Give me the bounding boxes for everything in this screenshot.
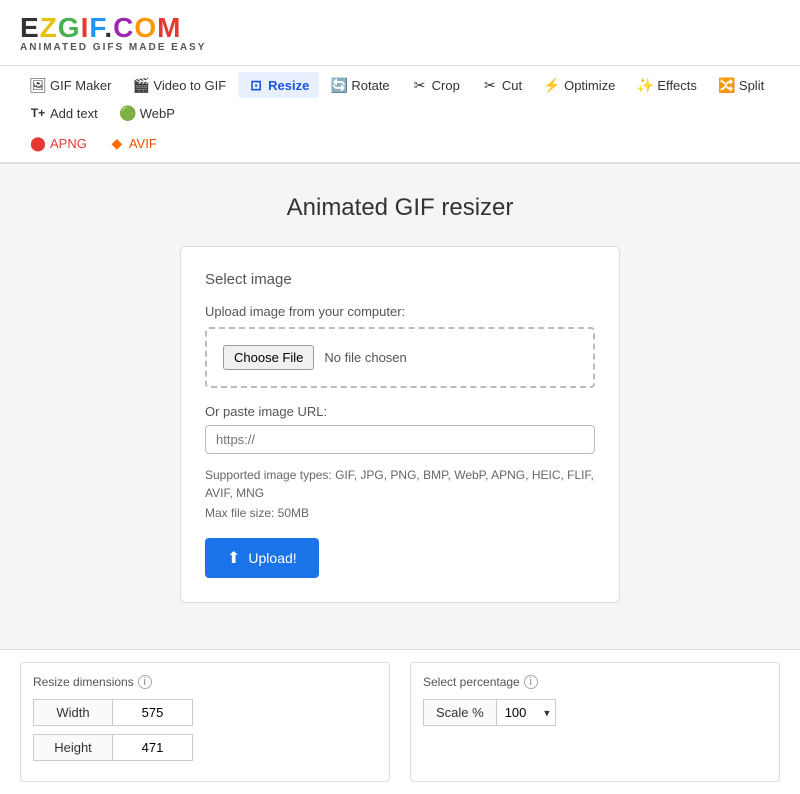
file-input-area: Choose File No file chosen [205, 327, 595, 388]
header: EZGIF.COM ANIMATED GIFS MADE EASY [0, 0, 800, 66]
logo-text: EZGIF.COM [20, 12, 780, 44]
main-content: Animated GIF resizer Select image Upload… [0, 164, 800, 633]
nav-add-text[interactable]: T+ Add text [20, 100, 108, 126]
nav-effects[interactable]: ✨ Effects [627, 72, 707, 98]
page-title: Animated GIF resizer [20, 194, 780, 222]
height-label: Height [33, 734, 113, 761]
gif-maker-icon: 🖼 [30, 77, 46, 93]
optimize-icon: ⚡ [544, 77, 560, 93]
card-section-title: Select image [205, 271, 595, 288]
supported-types-text: Supported image types: GIF, JPG, PNG, BM… [205, 466, 595, 502]
bottom-section: Resize dimensions i Width Height Select … [0, 649, 800, 794]
resize-icon: ⊡ [248, 77, 264, 93]
logo: EZGIF.COM ANIMATED GIFS MADE EASY [20, 12, 780, 53]
webp-icon: 🟢 [120, 105, 136, 121]
avif-icon: ◆ [109, 135, 125, 151]
upload-icon: ⬆ [227, 548, 240, 568]
cut-icon: ✂ [482, 77, 498, 93]
dimensions-box: Resize dimensions i Width Height [20, 662, 390, 782]
max-size-text: Max file size: 50MB [205, 506, 595, 520]
scale-box: Select percentage i Scale % 25 33 50 66 … [410, 662, 780, 782]
nav-rotate[interactable]: 🔄 Rotate [321, 72, 399, 98]
nav-video-to-gif[interactable]: 🎬 Video to GIF [123, 72, 236, 98]
logo-subtitle: ANIMATED GIFS MADE EASY [20, 42, 780, 53]
nav-webp[interactable]: 🟢 WebP [110, 100, 185, 126]
add-text-icon: T+ [30, 105, 46, 121]
nav-crop[interactable]: ✂ Crop [402, 72, 470, 98]
width-input[interactable] [113, 699, 193, 726]
height-row: Height [33, 734, 377, 761]
split-icon: 🔀 [719, 77, 735, 93]
nav-resize[interactable]: ⊡ Resize [238, 72, 319, 98]
url-label: Or paste image URL: [205, 404, 595, 419]
scale-select[interactable]: 25 33 50 66 75 100 125 150 200 [497, 699, 556, 726]
choose-file-button[interactable]: Choose File [223, 345, 314, 370]
scale-label: Scale % [423, 699, 497, 726]
scale-row: Scale % 25 33 50 66 75 100 125 150 200 [423, 699, 767, 726]
height-input[interactable] [113, 734, 193, 761]
scale-info-icon: i [524, 675, 538, 689]
upload-label: Upload image from your computer: [205, 304, 595, 319]
crop-icon: ✂ [412, 77, 428, 93]
rotate-icon: 🔄 [331, 77, 347, 93]
scale-select-wrapper: 25 33 50 66 75 100 125 150 200 [497, 699, 556, 726]
nav-split[interactable]: 🔀 Split [709, 72, 774, 98]
info-icon: i [138, 675, 152, 689]
nav-gif-maker[interactable]: 🖼 GIF Maker [20, 72, 121, 98]
width-row: Width [33, 699, 377, 726]
effects-icon: ✨ [637, 77, 653, 93]
upload-button[interactable]: ⬆ Upload! [205, 538, 319, 578]
navigation: 🖼 GIF Maker 🎬 Video to GIF ⊡ Resize 🔄 Ro… [0, 66, 800, 164]
select-image-card: Select image Upload image from your comp… [180, 246, 620, 603]
no-file-text: No file chosen [324, 350, 406, 365]
apng-icon: ⬤ [30, 135, 46, 151]
nav-optimize[interactable]: ⚡ Optimize [534, 72, 625, 98]
url-input[interactable] [205, 425, 595, 454]
scale-title: Select percentage i [423, 675, 767, 689]
nav-avif[interactable]: ◆ AVIF [99, 130, 167, 156]
video-to-gif-icon: 🎬 [133, 77, 149, 93]
width-label: Width [33, 699, 113, 726]
dimensions-title: Resize dimensions i [33, 675, 377, 689]
nav-cut[interactable]: ✂ Cut [472, 72, 532, 98]
nav-apng[interactable]: ⬤ APNG [20, 130, 97, 156]
